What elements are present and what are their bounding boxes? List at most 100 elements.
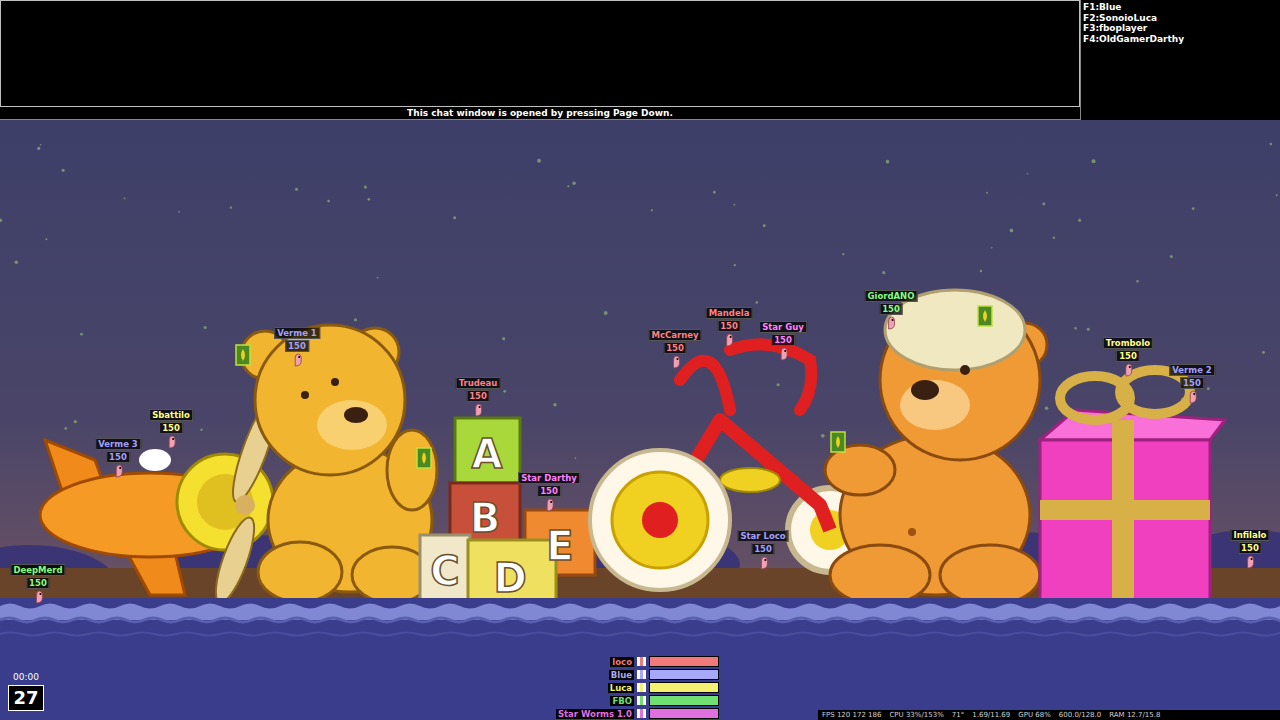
worm-name: Infilalo [1231, 529, 1270, 541]
worm-health: 150 [717, 320, 741, 332]
team-row: loco [530, 656, 719, 667]
team-health-bar [649, 656, 719, 667]
worm[interactable]: Star Guy 150 [759, 321, 807, 361]
worm-name: Mandela [706, 307, 753, 319]
worm-name: Star Guy [759, 321, 807, 333]
worm-name: Star Darthy [518, 472, 580, 484]
player-list: F1:BlueF2:SonoioLucaF3:fboplayerF4:OldGa… [1080, 0, 1280, 120]
teddy-bear-toy [241, 325, 437, 603]
team-name: Luca [608, 683, 634, 693]
turn-time: 27 [8, 685, 44, 711]
worm-icon [670, 355, 680, 369]
timer: 00:00 27 [8, 672, 44, 711]
worm-health: 150 [663, 342, 687, 354]
water [0, 598, 1280, 720]
worm[interactable]: Verme 2 150 [1169, 364, 1215, 404]
abc-blocks-toy: EABCD [420, 418, 595, 605]
team-name: FBO [610, 696, 634, 706]
block-letter: E [546, 523, 573, 569]
worm[interactable]: Trudeau 150 [456, 377, 501, 417]
worm-name: Sbattilo [149, 409, 193, 421]
stat-item: 600.0/128.0 [1059, 710, 1101, 720]
game-area[interactable]: EABCD Verme 1 150 Sbattilo 150 Verme 3 1… [0, 120, 1280, 720]
team-name: Blue [609, 670, 634, 680]
worm-icon [33, 590, 43, 604]
gift-toy [1040, 370, 1225, 602]
worm-health: 150 [159, 422, 183, 434]
flag-icon [637, 696, 646, 705]
worm[interactable]: Trombolo 150 [1103, 337, 1153, 377]
team-row: Blue [530, 669, 719, 680]
performance-overlay: FPS 120 172 186CPU 33%/153%71°1.69/11.69… [818, 710, 1280, 720]
crate-icon [236, 345, 250, 365]
worm-name: McCarney [648, 329, 701, 341]
worm[interactable]: Star Darthy 150 [518, 472, 580, 512]
stat-item: RAM 12.7/15.8 [1109, 710, 1160, 720]
player-item: F2:SonoioLuca [1083, 13, 1280, 24]
worm-icon [292, 353, 302, 367]
worm-icon [544, 498, 554, 512]
team-row: Luca [530, 682, 719, 693]
worm-name: Trudeau [456, 377, 501, 389]
crate-icon [417, 448, 431, 468]
worm[interactable]: GiordANO 150 [865, 290, 918, 330]
worm-name: Verme 2 [1169, 364, 1215, 376]
chat-window[interactable] [0, 0, 1080, 107]
worm[interactable]: DeepMerd 150 [10, 564, 65, 604]
stat-item: 71° [952, 710, 964, 720]
worm-health: 150 [1238, 542, 1262, 554]
team-health-bar [649, 669, 719, 680]
team-health-bar [649, 682, 719, 693]
stars [0, 143, 1278, 459]
worm-icon [1187, 390, 1197, 404]
worm-health: 150 [26, 577, 50, 589]
worm-health: 150 [1116, 350, 1140, 362]
player-item: F3:fboplayer [1083, 23, 1280, 34]
worm[interactable]: Infilalo 150 [1231, 529, 1270, 569]
game-clock: 00:00 [13, 672, 39, 682]
flag-icon [637, 709, 646, 718]
worm[interactable]: Verme 1 150 [274, 327, 320, 367]
team-health-bar [649, 708, 719, 719]
chat-area: This chat window is opened by pressing P… [0, 0, 1080, 120]
worm-health: 150 [537, 485, 561, 497]
worm-icon [1245, 555, 1255, 569]
worm-health: 150 [285, 340, 309, 352]
team-list: loco Blue Luca FBO Star Worms 1.0 [530, 656, 719, 719]
team-name: Star Worms 1.0 [556, 709, 634, 719]
worm-icon [473, 403, 483, 417]
block-letter: C [430, 548, 459, 594]
worm-name: Verme 1 [274, 327, 320, 339]
sky [0, 120, 1280, 720]
worm[interactable]: Sbattilo 150 [149, 409, 193, 449]
worm-icon [724, 333, 734, 347]
worm-name: GiordANO [865, 290, 918, 302]
game-screen: This chat window is opened by pressing P… [0, 0, 1280, 720]
worm-health: 150 [879, 303, 903, 315]
flag-icon [637, 683, 646, 692]
worm-icon [778, 347, 788, 361]
flag-icon [637, 657, 646, 666]
stat-item: FPS 120 172 186 [822, 710, 881, 720]
worm-icon [1123, 363, 1133, 377]
worm-health: 150 [1180, 377, 1204, 389]
worm[interactable]: McCarney 150 [648, 329, 701, 369]
player-item: F1:Blue [1083, 2, 1280, 13]
stat-item: GPU 68% [1018, 710, 1051, 720]
block-letter: D [493, 555, 526, 601]
team-row: Star Worms 1.0 [530, 708, 719, 719]
flag-icon [637, 670, 646, 679]
worm[interactable]: Star Loco 150 [737, 530, 788, 570]
stat-item: CPU 33%/153% [889, 710, 943, 720]
turban-bear-toy [825, 290, 1047, 605]
chat-hint: This chat window is opened by pressing P… [0, 107, 1080, 120]
worm-icon [166, 435, 176, 449]
team-row: FBO [530, 695, 719, 706]
crate-icon [978, 306, 992, 326]
worm-name: Trombolo [1103, 337, 1153, 349]
worm-health: 150 [106, 451, 130, 463]
worm[interactable]: Verme 3 150 [95, 438, 141, 478]
worm-icon [113, 464, 123, 478]
worm-health: 150 [771, 334, 795, 346]
worm[interactable]: Mandela 150 [706, 307, 753, 347]
